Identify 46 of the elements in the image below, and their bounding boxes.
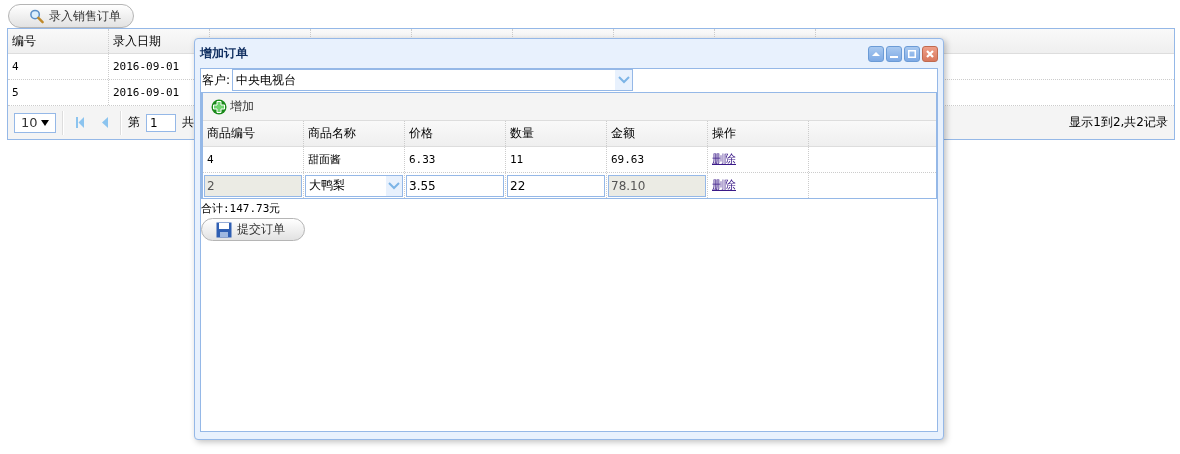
search-icon <box>29 8 44 24</box>
column-header[interactable]: 金额 <box>607 121 708 146</box>
table-cell: 11 <box>506 147 607 172</box>
customer-select[interactable]: 中央电视台 <box>232 69 634 91</box>
minimize-button[interactable] <box>886 45 902 62</box>
chevron-down-icon <box>617 76 630 84</box>
page-size-select[interactable]: 10 <box>14 112 56 133</box>
add-order-button[interactable]: 录入销售订单 <box>8 4 134 28</box>
records-summary: 显示1到2,共2记录 <box>1069 114 1168 131</box>
table-cell: 4 <box>8 54 109 79</box>
table-cell: 6.33 <box>405 147 506 172</box>
delete-link[interactable]: 删除 <box>712 151 736 168</box>
column-header[interactable]: 操作 <box>708 121 809 146</box>
page-number-field[interactable]: 1 <box>146 113 176 132</box>
table-cell: 甜面酱 <box>304 147 405 172</box>
first-page-icon <box>76 117 84 128</box>
readonly-field[interactable]: 78.10 <box>608 174 706 197</box>
page-count-label: 共 <box>182 114 194 131</box>
column-header[interactable]: 商品名称 <box>304 121 405 146</box>
column-header[interactable]: 编号 <box>8 29 109 53</box>
maximize-icon <box>908 49 916 58</box>
save-icon <box>216 221 232 238</box>
maximize-button[interactable] <box>904 45 920 62</box>
close-button[interactable] <box>922 45 938 62</box>
collapse-button[interactable] <box>868 45 884 62</box>
chevron-down-icon <box>388 181 400 190</box>
submit-order-button[interactable]: 提交订单 <box>201 218 305 241</box>
readonly-field[interactable]: 2 <box>204 174 302 197</box>
total-text: 合计:147.73元 <box>201 201 281 216</box>
close-icon <box>926 49 934 58</box>
table-cell: 5 <box>8 80 109 105</box>
page-label: 第 <box>128 114 140 131</box>
column-header[interactable]: 商品编号 <box>203 121 304 146</box>
add-item-button[interactable]: 增加 <box>209 98 256 115</box>
table-cell: 69.63 <box>607 147 708 172</box>
delete-link[interactable]: 删除 <box>712 177 736 194</box>
column-header[interactable]: 价格 <box>405 121 506 146</box>
collapse-icon <box>872 51 880 56</box>
table-cell: 4 <box>203 147 304 172</box>
previous-page-icon <box>102 117 108 128</box>
input-field[interactable]: 22 <box>507 174 605 197</box>
column-header[interactable]: 数量 <box>506 121 607 146</box>
dropdown-arrow-icon <box>41 119 49 126</box>
product-select[interactable]: 大鸭梨 <box>305 174 403 197</box>
plus-icon <box>211 98 227 115</box>
input-field[interactable]: 3.55 <box>406 174 504 197</box>
